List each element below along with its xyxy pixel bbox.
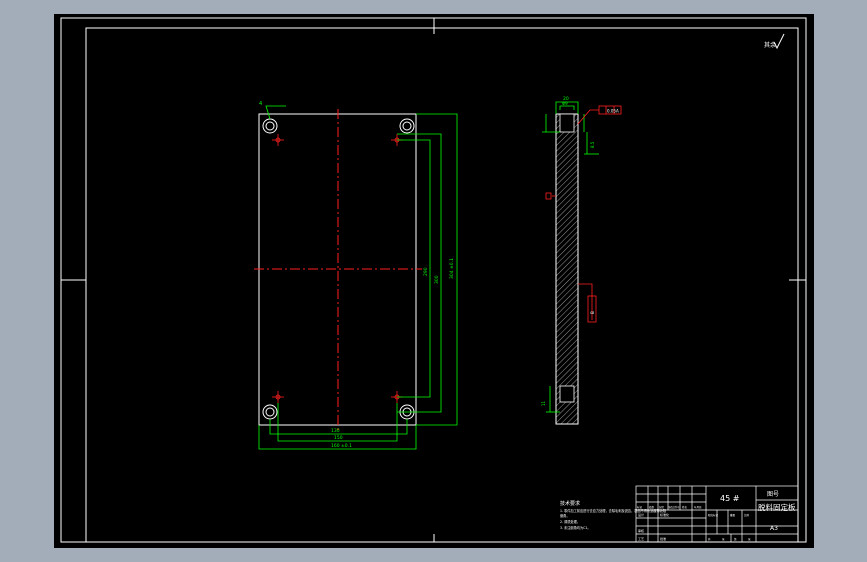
tolerance-value: 0.05: [607, 109, 616, 114]
tb-scale: 比例: [744, 513, 750, 517]
counterbore-section-top: [559, 113, 575, 133]
dim-counterbore: Φ9: [562, 101, 568, 106]
side-flag-label: B: [590, 311, 595, 314]
datum-marker: [545, 192, 556, 200]
tb-col-5: 签名: [682, 505, 688, 509]
dim-width-mid: 150: [334, 435, 343, 441]
tb-weight: 重量: [730, 513, 736, 517]
dim-height-inner: 290: [423, 267, 429, 276]
counterbore-hole-bl: [262, 404, 278, 420]
hole-leader: [265, 105, 286, 120]
tb-no: 第: [734, 537, 737, 541]
side-flag: [578, 283, 597, 323]
tb-row-2: 审核: [638, 528, 644, 533]
dim-width-outer: 160 ±0.1: [331, 443, 352, 449]
tb-drawing-no: 图号: [767, 491, 779, 498]
sheet-border: [60, 17, 807, 543]
tb-col-6: 年月日: [694, 505, 702, 509]
tb-row-1: 设计: [638, 512, 644, 517]
cad-viewport[interactable]: 其余 4 304 ±0.1 300 290 130 150 160 ±0.1 2…: [54, 14, 814, 548]
dim-width-inner: 130: [331, 428, 340, 434]
dim-height-outer: 304 ±0.1: [449, 258, 455, 279]
tb-total: 共: [708, 537, 711, 541]
tb-row-4: 批准: [660, 536, 666, 541]
tb-col-4: 更改文件号: [669, 505, 681, 509]
hole-label: 4: [259, 101, 262, 107]
roughness-symbol: 其余: [764, 33, 785, 50]
tolerance-datum: A: [616, 109, 619, 114]
counterbore-hole-tl: [262, 118, 278, 134]
title-block-text: 45 # 图号 脱料固定板 A3 标记 处数 分区 更改文件号 签名 年月日 设…: [637, 491, 796, 541]
dim-height-mid: 300: [434, 275, 440, 284]
notes-line-2: 倒角。: [560, 513, 570, 518]
tb-col-1: 标记: [637, 505, 643, 509]
technical-notes: 技术要求 1. 零件加工前应进行去应力处理，去除毛刺及锐边，表面不得有划痕等缺陷…: [560, 500, 666, 530]
drawing-canvas: 其余 4 304 ±0.1 300 290 130 150 160 ±0.1 2…: [60, 17, 807, 543]
tb-sheet: A3: [770, 525, 778, 532]
counterbore-section-bottom: [559, 385, 575, 403]
notes-line-3: 2. 调质处理。: [560, 519, 580, 524]
section-hatch: [555, 113, 579, 425]
front-view: 4 304 ±0.1 300 290 130 150 160 ±0.1: [254, 101, 458, 450]
dim-bottom: 11: [541, 400, 546, 406]
tb-sheets-2: 张: [748, 537, 751, 541]
side-view: 20 Φ9 8.5 11 0.05 A B: [541, 96, 622, 425]
tb-material: 45 #: [720, 494, 740, 503]
notes-line-4: 3. 未注倒角均为C1。: [560, 525, 591, 530]
notes-title: 技术要求: [560, 500, 580, 507]
horizontal-dimensions: [258, 403, 417, 450]
tb-col-3: 分区: [659, 505, 665, 509]
dim-depth: 8.5: [590, 141, 595, 148]
counterbore-hole-tr: [399, 118, 415, 134]
plate-outline: [258, 113, 417, 426]
tb-part-name: 脱料固定板: [758, 502, 796, 512]
tb-col-2: 处数: [649, 505, 655, 509]
tb-stage: 阶段标记: [708, 513, 719, 517]
tb-row-3: 工艺: [638, 536, 644, 541]
tb-sheets-1: 张: [722, 537, 725, 541]
tb-std: 标准化: [660, 512, 669, 517]
